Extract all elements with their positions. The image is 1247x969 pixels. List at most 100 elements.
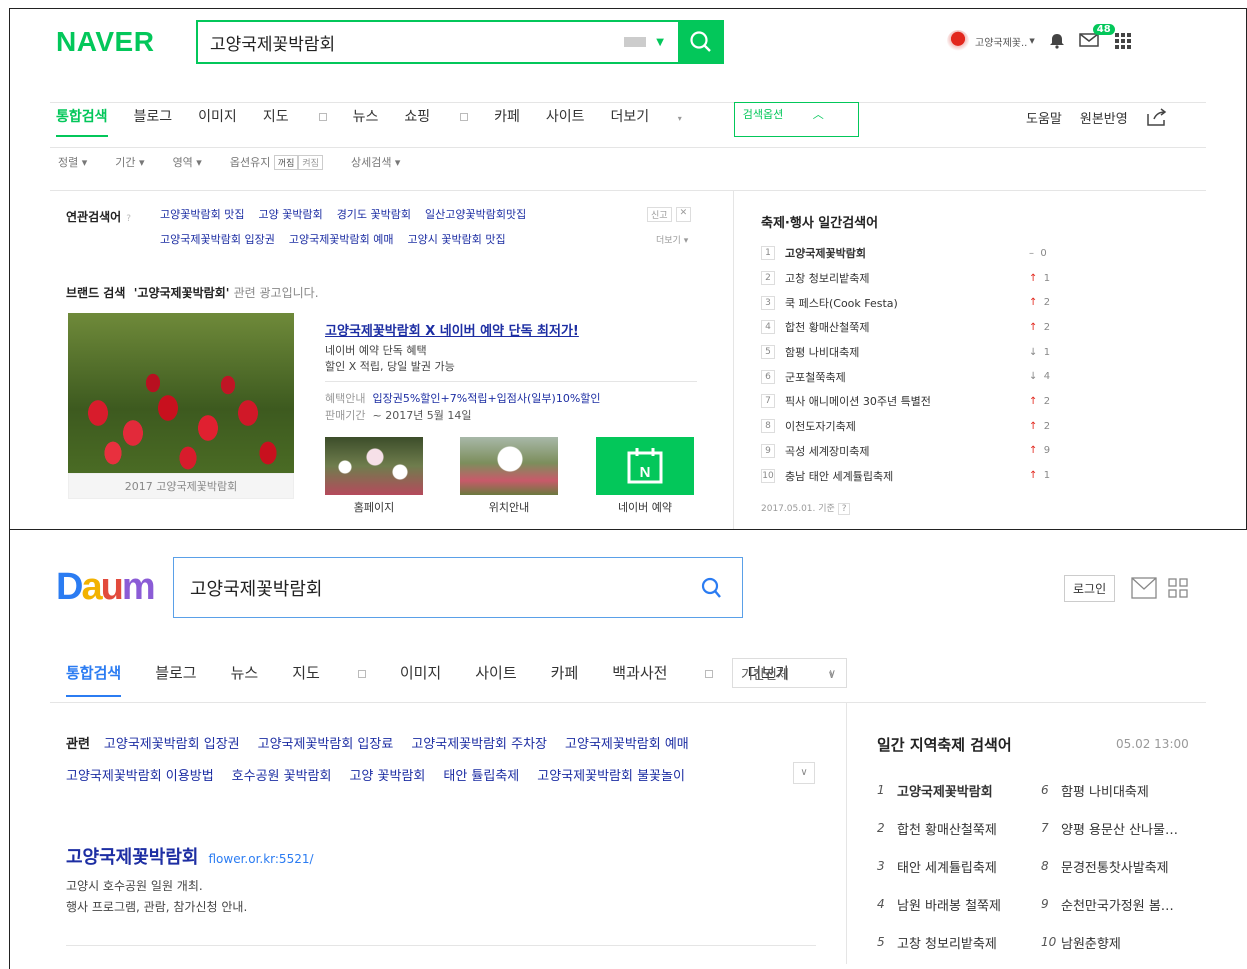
tab-map[interactable]: 지도 bbox=[263, 106, 327, 137]
keyboard-icon[interactable] bbox=[624, 37, 647, 47]
toggle-off[interactable]: 꺼짐 bbox=[273, 155, 299, 170]
filter-detail[interactable]: 상세검색 ▾ bbox=[351, 154, 401, 170]
related-link[interactable]: 고양 꽃박람회 bbox=[258, 206, 322, 222]
thumb-naver-booking[interactable]: N 네이버 예약 bbox=[596, 437, 694, 515]
period-select[interactable]: 기간전체 ∨ bbox=[732, 658, 847, 688]
help-link[interactable]: 도움말 bbox=[1026, 108, 1062, 127]
daum-search-input[interactable] bbox=[174, 558, 700, 617]
naver-search-input[interactable] bbox=[198, 22, 625, 62]
rank-keyword[interactable]: 남원 바래봉 철쭉제 bbox=[897, 895, 1001, 914]
tab-shopping[interactable]: 쇼핑 bbox=[404, 106, 469, 137]
mail-button[interactable]: 48 bbox=[1079, 23, 1115, 51]
related-link[interactable]: 경기도 꽃박람회 bbox=[337, 206, 411, 222]
rank-row[interactable]: 5 고창 청보리밭축제 bbox=[877, 923, 1001, 961]
result-url[interactable]: flower.or.kr:5521/ bbox=[208, 852, 313, 866]
rank-keyword[interactable]: 합천 황매산철쭉제 bbox=[785, 319, 869, 335]
expand-related-button[interactable]: ∨ bbox=[793, 762, 815, 784]
related-link[interactable]: 고양시 꽃박람회 맛집 bbox=[408, 231, 506, 247]
rank-keyword[interactable]: 고창 청보리밭축제 bbox=[785, 270, 869, 286]
related-link[interactable]: 고양국제꽃박람회 예매 bbox=[289, 231, 394, 247]
tab-site[interactable]: 사이트 bbox=[546, 106, 585, 137]
related-link[interactable]: 고양국제꽃박람회 이용방법 bbox=[66, 765, 214, 784]
rank-row[interactable]: 5 함평 나비대축제 ↓ 1 bbox=[761, 340, 1061, 365]
tulip-image[interactable] bbox=[68, 313, 294, 473]
thumb-location[interactable]: 위치안내 bbox=[460, 437, 558, 515]
rank-keyword[interactable]: 고양국제꽃박람회 bbox=[785, 245, 866, 261]
related-link[interactable]: 일산고양꽃박람회맛집 bbox=[425, 206, 526, 222]
rank-row[interactable]: 9 순천만국가정원 봄… bbox=[1041, 885, 1178, 923]
related-link[interactable]: 태안 튤립축제 bbox=[443, 765, 519, 784]
mail-icon[interactable] bbox=[1131, 577, 1157, 599]
tab-cafe[interactable]: 카페 bbox=[494, 106, 520, 137]
bell-icon[interactable] bbox=[1049, 33, 1065, 49]
rank-row[interactable]: 7 양평 용문산 산나물… bbox=[1041, 809, 1178, 847]
rank-keyword[interactable]: 고창 청보리밭축제 bbox=[897, 933, 997, 952]
rank-keyword[interactable]: 쿡 페스타(Cook Festa) bbox=[785, 295, 898, 311]
rank-row[interactable]: 6 군포철쭉축제 ↓ 4 bbox=[761, 364, 1061, 389]
rank-keyword[interactable]: 남원춘향제 bbox=[1061, 933, 1121, 952]
rank-keyword[interactable]: 충남 태안 세계튤립축제 bbox=[785, 468, 893, 484]
avatar[interactable] bbox=[947, 30, 969, 52]
tab-image[interactable]: 이미지 bbox=[400, 662, 441, 697]
related-more-button[interactable]: 더보기 ▾ bbox=[656, 233, 688, 246]
related-link[interactable]: 고양국제꽃박람회 예매 bbox=[565, 733, 689, 752]
rank-row[interactable]: 9 곡성 세계장미축제 ↑ 9 bbox=[761, 439, 1061, 464]
rank-row[interactable]: 10 남원춘향제 bbox=[1041, 923, 1178, 961]
chevron-down-icon[interactable]: ▼ bbox=[1029, 37, 1034, 45]
rank-row[interactable]: 6 함평 나비대축제 bbox=[1041, 771, 1178, 809]
tab-integrated[interactable]: 통합검색 bbox=[56, 106, 108, 137]
close-icon[interactable]: ✕ bbox=[675, 207, 692, 222]
tab-more[interactable]: 더보기 ▾ bbox=[611, 106, 708, 137]
search-option-button[interactable]: 검색옵션 ︿ bbox=[733, 102, 859, 137]
rank-row[interactable]: 2 고창 청보리밭축제 ↑ 1 bbox=[761, 266, 1061, 291]
rank-keyword[interactable]: 이천도자기축제 bbox=[785, 418, 856, 434]
tab-site[interactable]: 사이트 bbox=[475, 662, 516, 697]
tab-map[interactable]: 지도 bbox=[292, 662, 366, 697]
rank-row[interactable]: 3 태안 세계튤립축제 bbox=[877, 847, 1001, 885]
rank-keyword[interactable]: 태안 세계튤립축제 bbox=[897, 857, 997, 876]
rank-keyword[interactable]: 고양국제꽃박람회 bbox=[897, 781, 993, 800]
original-link[interactable]: 원본반영 bbox=[1080, 108, 1128, 127]
report-button[interactable]: 신고 bbox=[647, 207, 672, 222]
naver-search-button[interactable] bbox=[678, 20, 724, 64]
apps-grid-icon[interactable] bbox=[1114, 33, 1131, 49]
tab-image[interactable]: 이미지 bbox=[198, 106, 237, 137]
daum-logo[interactable]: Daum bbox=[56, 566, 156, 609]
related-link[interactable]: 고양국제꽃박람회 입장권 bbox=[104, 733, 240, 752]
rank-keyword[interactable]: 픽사 애니메이션 30주년 특별전 bbox=[785, 393, 931, 409]
related-link[interactable]: 고양국제꽃박람회 입장권 bbox=[160, 231, 275, 247]
login-button[interactable]: 로그인 bbox=[1064, 575, 1116, 602]
rank-keyword[interactable]: 함평 나비대축제 bbox=[1061, 781, 1149, 800]
tab-cafe[interactable]: 카페 bbox=[551, 662, 579, 697]
share-icon[interactable] bbox=[1146, 108, 1168, 126]
tab-blog[interactable]: 블로그 bbox=[134, 106, 173, 137]
related-link[interactable]: 호수공원 꽃박람회 bbox=[232, 765, 332, 784]
tab-integrated[interactable]: 통합검색 bbox=[66, 662, 122, 697]
filter-period[interactable]: 기간 ▾ bbox=[115, 154, 144, 170]
rank-keyword[interactable]: 곡성 세계장미축제 bbox=[785, 443, 869, 459]
rank-row[interactable]: 10 충남 태안 세계튤립축제 ↑ 1 bbox=[761, 463, 1061, 488]
filter-area[interactable]: 영역 ▾ bbox=[173, 154, 202, 170]
help-icon[interactable]: ? bbox=[126, 214, 131, 224]
rank-keyword[interactable]: 합천 황매산철쭉제 bbox=[897, 819, 997, 838]
tab-news[interactable]: 뉴스 bbox=[231, 662, 259, 697]
rank-keyword[interactable]: 양평 용문산 산나물… bbox=[1061, 819, 1178, 838]
user-name[interactable]: 고양국제꽃.. bbox=[975, 34, 1027, 49]
related-link[interactable]: 고양국제꽃박람회 입장료 bbox=[258, 733, 394, 752]
thumb-homepage[interactable]: 홈페이지 bbox=[325, 437, 423, 515]
rank-row[interactable]: 8 문경전통찻사발축제 bbox=[1041, 847, 1178, 885]
related-link[interactable]: 고양 꽃박람회 bbox=[349, 765, 425, 784]
rank-row[interactable]: 2 합천 황매산철쭉제 bbox=[877, 809, 1001, 847]
rank-row[interactable]: 8 이천도자기축제 ↑ 2 bbox=[761, 414, 1061, 439]
result-title-link[interactable]: 고양국제꽃박람회 bbox=[66, 843, 198, 869]
tab-news[interactable]: 뉴스 bbox=[353, 106, 379, 137]
naver-logo[interactable]: NAVER bbox=[56, 26, 154, 58]
rank-row[interactable]: 1 고양국제꽃박람회 bbox=[877, 771, 1001, 809]
rank-row[interactable]: 4 남원 바래봉 철쭉제 bbox=[877, 885, 1001, 923]
related-link[interactable]: 고양국제꽃박람회 불꽃놀이 bbox=[537, 765, 685, 784]
search-icon[interactable] bbox=[700, 576, 724, 600]
tab-encyclopedia[interactable]: 백과사전 bbox=[612, 662, 714, 697]
filter-sort[interactable]: 정렬 ▾ bbox=[58, 154, 87, 170]
toggle-on[interactable]: 켜짐 bbox=[298, 155, 323, 170]
tab-blog[interactable]: 블로그 bbox=[155, 662, 196, 697]
